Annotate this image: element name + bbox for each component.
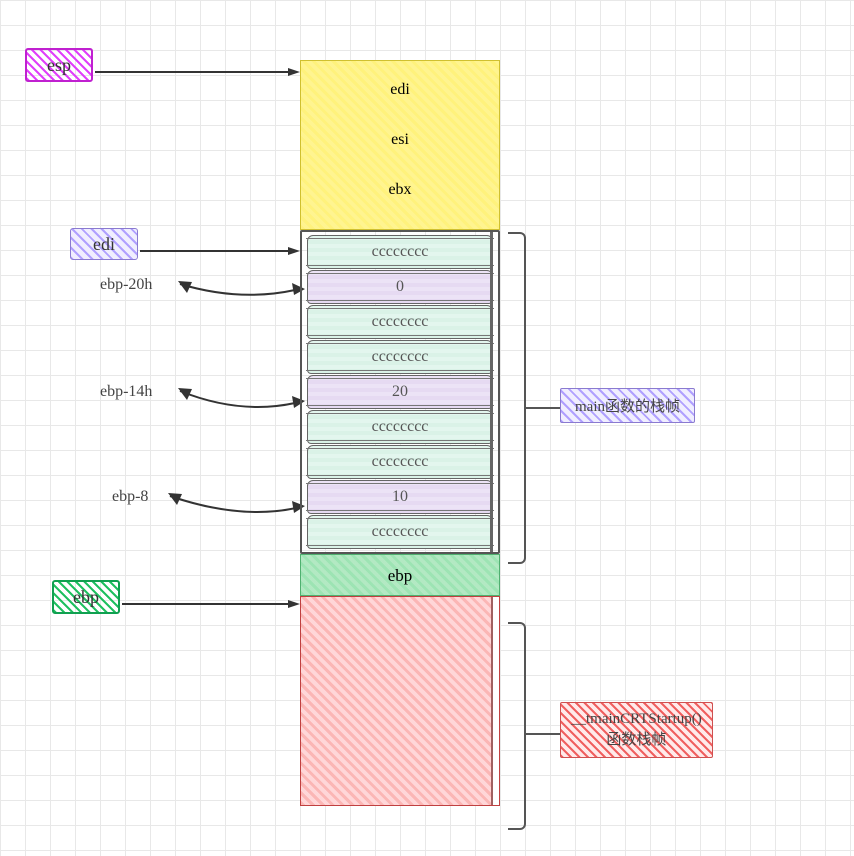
- esp-pointer-box: esp: [25, 48, 93, 82]
- stack-column: edi esi ebx cccccccc 0 cccccccc cccccccc…: [300, 60, 500, 806]
- crt-side-shadow: [491, 597, 499, 805]
- crt-frame-label: __tmainCRTStartup() 函数栈帧: [560, 702, 713, 758]
- offset-ebp-20h: ebp-20h: [100, 276, 152, 294]
- ebp-label: ebp: [73, 587, 99, 608]
- ebp-pointer-box: ebp: [52, 580, 120, 614]
- main-frame-label: main函数的栈帧: [560, 388, 695, 423]
- edi-pointer-box: edi: [70, 228, 138, 260]
- crt-frame-text-2: 函数栈帧: [571, 730, 702, 751]
- crt-frame-bracket: [508, 622, 526, 830]
- offset-ebp-14h: ebp-14h: [100, 383, 152, 401]
- crt-frame-text-1: __tmainCRTStartup(): [571, 709, 702, 730]
- saved-ebp-cell: ebp: [300, 554, 500, 596]
- stack-row: 20: [307, 375, 493, 409]
- stack-row: cccccccc: [307, 340, 493, 374]
- stack-row: cccccccc: [307, 445, 493, 479]
- stack-frame-table: cccccccc 0 cccccccc cccccccc 20 cccccccc…: [300, 230, 500, 554]
- edi-label: edi: [93, 234, 115, 255]
- crt-frame-block: [300, 596, 500, 806]
- yellow-ebx: ebx: [301, 157, 499, 207]
- main-frame-text: main函数的栈帧: [575, 399, 680, 415]
- stack-side-shadow: [490, 232, 498, 552]
- stack-row: cccccccc: [307, 305, 493, 339]
- stack-row: 10: [307, 480, 493, 514]
- stack-row: cccccccc: [307, 235, 493, 269]
- esp-label: esp: [47, 55, 71, 76]
- saved-ebp-text: ebp: [388, 566, 413, 585]
- stack-row: cccccccc: [307, 410, 493, 444]
- offset-ebp-8: ebp-8: [112, 488, 148, 506]
- yellow-edi: edi: [301, 61, 499, 107]
- stack-row: cccccccc: [307, 515, 493, 549]
- main-frame-bracket: [508, 232, 526, 564]
- pushed-registers-block: edi esi ebx: [300, 60, 500, 230]
- yellow-esi: esi: [301, 107, 499, 157]
- stack-row: 0: [307, 270, 493, 304]
